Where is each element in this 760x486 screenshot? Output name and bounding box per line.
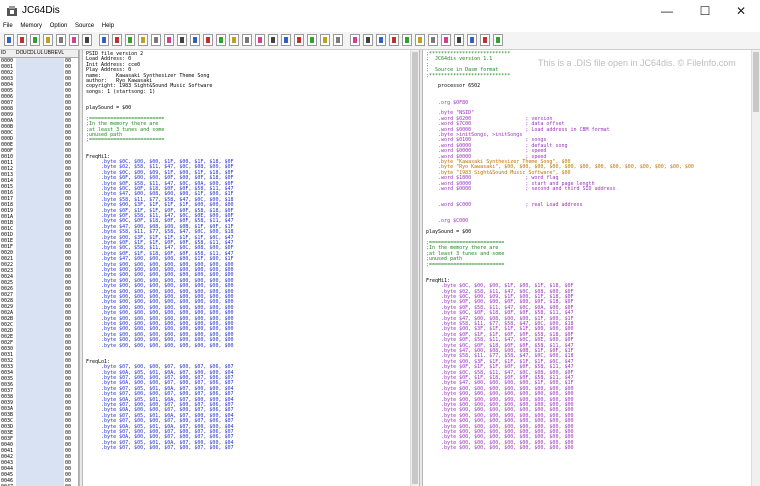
- source-code-panel[interactable]: ;*************************** ; JC64dis ve…: [424, 50, 751, 486]
- page4-icon[interactable]: [229, 34, 239, 46]
- column-header-ub[interactable]: UB: [44, 50, 51, 56]
- window-icon[interactable]: [376, 34, 386, 46]
- green-pin-icon[interactable]: [441, 34, 451, 46]
- menu-memory[interactable]: Memory: [17, 22, 45, 29]
- disassembly-preview-panel[interactable]: PSID file version 2 Load Address: 0 Init A…: [84, 50, 410, 486]
- close-button[interactable]: ✕: [726, 3, 756, 19]
- exit-icon[interactable]: [82, 34, 92, 46]
- page7-icon[interactable]: [268, 34, 278, 46]
- splitter-left[interactable]: [79, 50, 83, 486]
- page-icon[interactable]: [190, 34, 200, 46]
- minimize-button[interactable]: —: [652, 3, 682, 19]
- column-header-ul[interactable]: UL: [37, 50, 43, 56]
- source-line: ; JC64dis version 1.1: [426, 56, 493, 63]
- load-memory-icon[interactable]: [56, 34, 66, 46]
- menu-source[interactable]: Source: [72, 22, 97, 29]
- source-line: .org $0F80: [426, 99, 469, 106]
- red-square-icon[interactable]: [138, 34, 148, 46]
- page11-icon[interactable]: [320, 34, 330, 46]
- source-line: ;=========================: [426, 261, 505, 268]
- watermark: This is a .DIS file open in JC64dis. © F…: [538, 58, 736, 68]
- page6-icon[interactable]: [255, 34, 265, 46]
- middle-scrollbar-thumb[interactable]: [412, 52, 418, 484]
- page2-icon[interactable]: [203, 34, 213, 46]
- info-icon[interactable]: [480, 34, 490, 46]
- check-icon[interactable]: [428, 34, 438, 46]
- source-line: .word $C000 ; real Load address: [426, 202, 583, 209]
- window-title: JC64Dis: [22, 5, 60, 16]
- splitter-right[interactable]: [419, 50, 423, 486]
- title-bar: JC64Dis — ☐ ✕: [0, 0, 760, 22]
- open-file-icon[interactable]: [4, 34, 14, 46]
- source-line: processor 6502: [426, 83, 481, 90]
- menu-option[interactable]: Option: [47, 22, 71, 29]
- maximize-button[interactable]: ☐: [690, 3, 720, 19]
- right-scrollbar[interactable]: [751, 50, 760, 486]
- memory-icon[interactable]: [125, 34, 135, 46]
- page9-icon[interactable]: [294, 34, 304, 46]
- save-memory-icon[interactable]: [69, 34, 79, 46]
- source-line: .word $0000 ; second and third SID addre…: [426, 186, 616, 192]
- options-icon[interactable]: [454, 34, 464, 46]
- source-line: ;***************************: [426, 72, 511, 79]
- tools-icon[interactable]: [350, 34, 360, 46]
- page10-icon[interactable]: [307, 34, 317, 46]
- key-icon[interactable]: [402, 34, 412, 46]
- column-header-id[interactable]: ID: [1, 50, 6, 56]
- preview-line: .byte $00, $00, $00, $00, $00, $00, $00,…: [86, 342, 234, 349]
- recycle-icon[interactable]: [415, 34, 425, 46]
- help-icon[interactable]: [493, 34, 503, 46]
- source-line: playSound = $00: [426, 229, 472, 236]
- preview-line: ;=========================: [86, 137, 165, 144]
- save-file-icon[interactable]: [17, 34, 27, 46]
- dark-square2-icon[interactable]: [177, 34, 187, 46]
- preview-line: songs: 1 (startsong: 1): [86, 88, 156, 95]
- source-line: .org $C000: [426, 218, 469, 225]
- page5-icon[interactable]: [242, 34, 252, 46]
- memory-flags-panel: ID DO UC DL UL UB RE VL 0000 00 0001 00 0002 00 0003 0…: [0, 50, 79, 486]
- clear-icon[interactable]: [30, 34, 40, 46]
- app-logo-icon: [7, 6, 17, 16]
- source-line: .byte $00, $00, $00, $00, $00, $00, $00,…: [426, 445, 574, 452]
- bookmark-icon[interactable]: [112, 34, 122, 46]
- middle-scrollbar[interactable]: [410, 50, 419, 486]
- right-scrollbar-thumb[interactable]: [753, 52, 759, 112]
- red-square2-icon[interactable]: [164, 34, 174, 46]
- page8-icon[interactable]: [281, 34, 291, 46]
- save-project-icon[interactable]: [43, 34, 53, 46]
- preview-line: .byte $07, $00, $00, $07, $00, $07, $06,…: [86, 445, 234, 452]
- toolbar: [0, 32, 760, 50]
- page12-icon[interactable]: [333, 34, 343, 46]
- column-header-dl[interactable]: DL: [30, 50, 36, 56]
- column-header-vl[interactable]: VL: [58, 50, 64, 56]
- menu-file[interactable]: File: [0, 22, 16, 29]
- memory-table-header: ID DO UC DL UL UB RE VL: [0, 50, 78, 58]
- page13-icon[interactable]: [467, 34, 477, 46]
- find-icon[interactable]: [389, 34, 399, 46]
- export-icon[interactable]: [363, 34, 373, 46]
- preview-line: playSound = $00: [86, 105, 132, 111]
- dark-square-icon[interactable]: [151, 34, 161, 46]
- menu-help[interactable]: Help: [99, 22, 117, 29]
- page3-icon[interactable]: [216, 34, 226, 46]
- erase-icon[interactable]: [99, 34, 109, 46]
- column-header-re[interactable]: RE: [51, 50, 58, 56]
